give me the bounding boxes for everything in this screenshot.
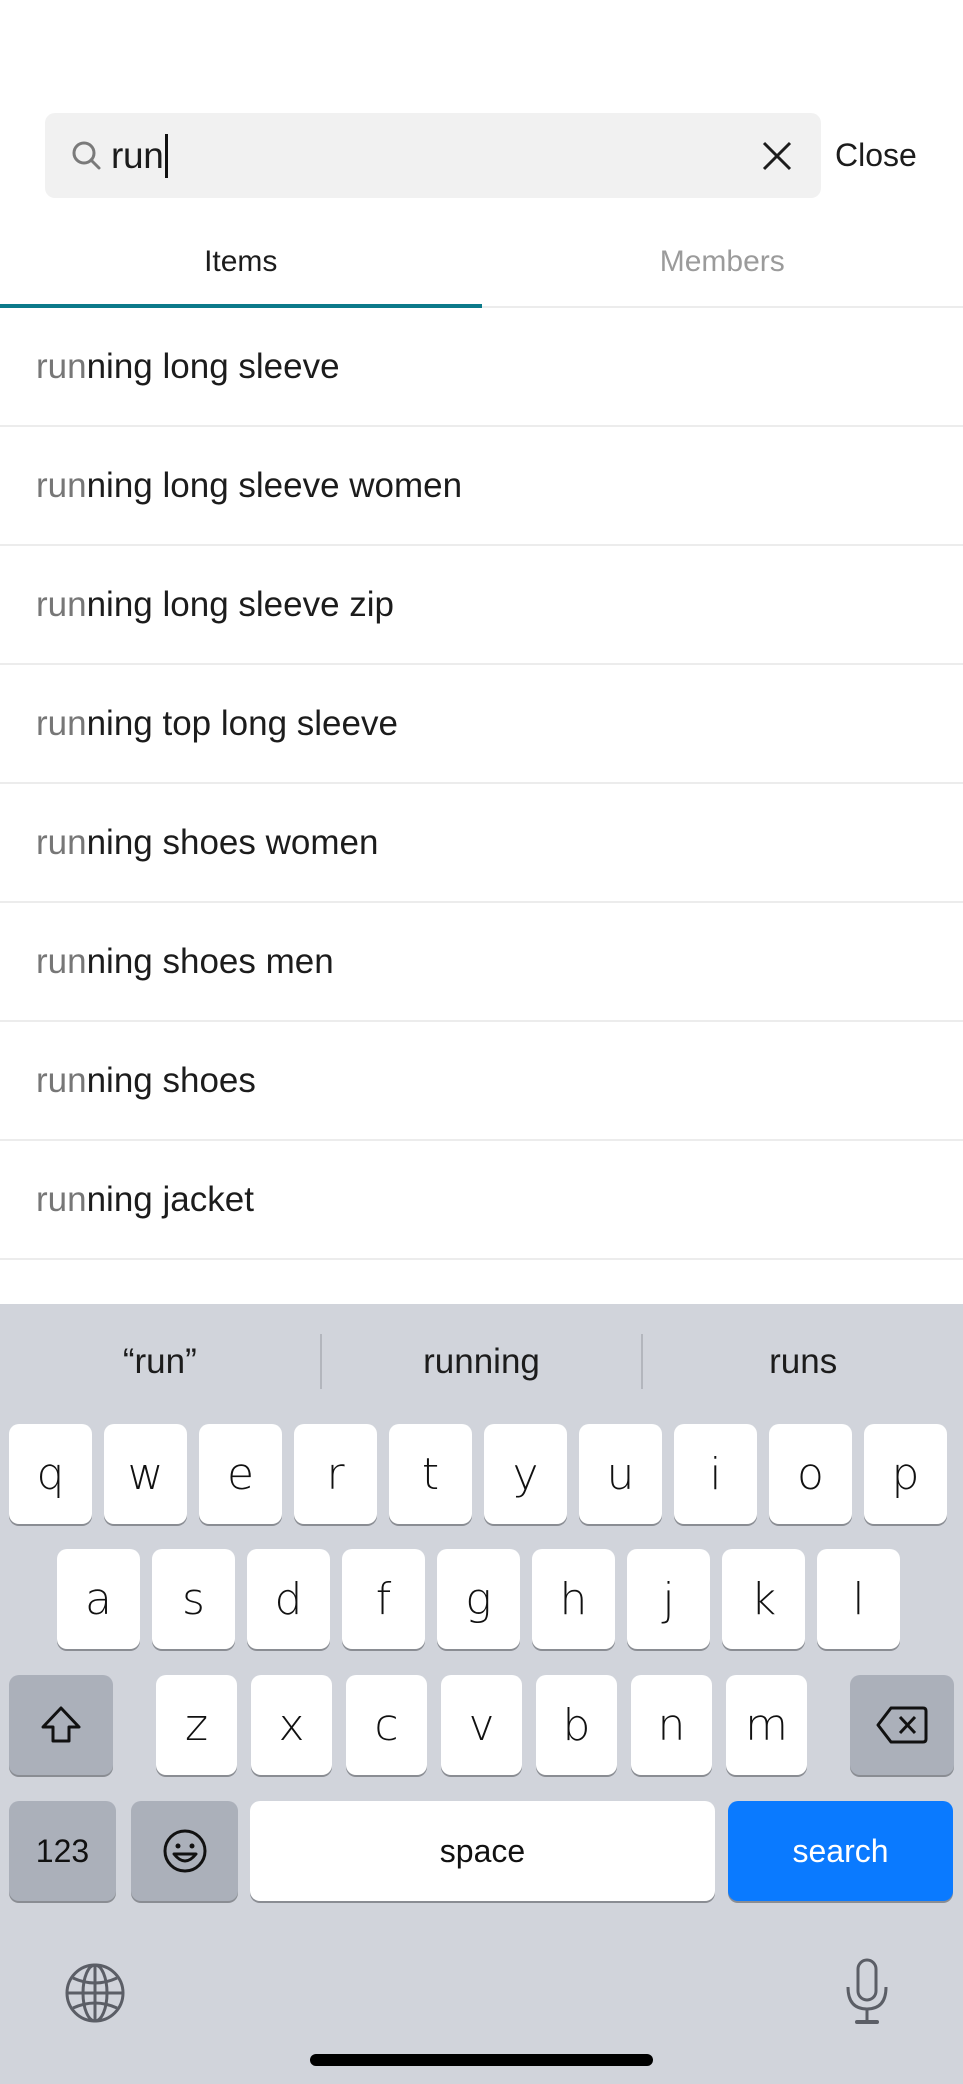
- tab-items[interactable]: Items: [0, 218, 482, 308]
- key-p[interactable]: p: [864, 1424, 947, 1524]
- search-icon: [72, 141, 101, 169]
- shift-key[interactable]: [9, 1675, 113, 1775]
- suggestion-completion: ning jacket: [86, 1179, 254, 1219]
- suggestion-item[interactable]: run ning shoes: [0, 1022, 963, 1141]
- key-l[interactable]: l: [817, 1549, 900, 1649]
- suggestion-prefix: run: [36, 346, 87, 386]
- key-n[interactable]: n: [631, 1675, 712, 1775]
- prediction-item[interactable]: running: [322, 1342, 642, 1382]
- close-icon: [762, 141, 792, 171]
- search-query: run: [111, 134, 164, 176]
- microphone-icon[interactable]: [842, 1957, 892, 2027]
- suggestion-prefix: run: [36, 941, 87, 981]
- keyboard: “run” running runs qwertyuiop asdfghjkl zx…: [0, 1304, 963, 2084]
- numbers-key[interactable]: 123: [9, 1801, 116, 1901]
- suggestion-completion: ning shoes men: [86, 941, 334, 981]
- suggestion-completion: ning shoes women: [86, 822, 379, 862]
- search-input[interactable]: run: [45, 113, 821, 198]
- key-v[interactable]: v: [441, 1675, 522, 1775]
- backspace-icon: [876, 1706, 928, 1744]
- suggestion-prefix: run: [36, 1179, 87, 1219]
- key-r[interactable]: r: [294, 1424, 377, 1524]
- backspace-key[interactable]: [850, 1675, 954, 1775]
- key-d[interactable]: d: [247, 1549, 330, 1649]
- suggestion-prefix: run: [36, 465, 87, 505]
- home-indicator: [310, 2054, 653, 2066]
- suggestion-completion: ning long sleeve zip: [86, 584, 395, 624]
- suggestion-item[interactable]: run ning long sleeve zip: [0, 546, 963, 665]
- suggestion-completion: ning shoes: [86, 1060, 256, 1100]
- key-b[interactable]: b: [536, 1675, 617, 1775]
- key-w[interactable]: w: [104, 1424, 187, 1524]
- tab-bar: Items Members: [0, 218, 963, 308]
- key-y[interactable]: y: [484, 1424, 567, 1524]
- key-z[interactable]: z: [156, 1675, 237, 1775]
- suggestion-prefix: run: [36, 1060, 87, 1100]
- space-key[interactable]: space: [250, 1801, 715, 1901]
- key-c[interactable]: c: [346, 1675, 427, 1775]
- close-button[interactable]: Close: [835, 137, 917, 174]
- key-m[interactable]: m: [726, 1675, 807, 1775]
- key-g[interactable]: g: [437, 1549, 520, 1649]
- clear-search-button[interactable]: [755, 134, 799, 178]
- suggestion-item[interactable]: run ning top long sleeve: [0, 665, 963, 784]
- tab-members[interactable]: Members: [482, 218, 963, 306]
- suggestion-prefix: run: [36, 822, 87, 862]
- suggestion-item[interactable]: run ning long sleeve women: [0, 427, 963, 546]
- key-i[interactable]: i: [674, 1424, 757, 1524]
- key-s[interactable]: s: [152, 1549, 235, 1649]
- suggestion-item[interactable]: run ning jacket: [0, 1141, 963, 1260]
- suggestion-list: run ning long sleeve run ning long sleeve …: [0, 308, 963, 1260]
- suggestion-item[interactable]: run ning shoes men: [0, 903, 963, 1022]
- shift-icon: [41, 1706, 81, 1743]
- suggestion-item[interactable]: run ning long sleeve: [0, 308, 963, 427]
- suggestion-completion: ning long sleeve women: [86, 465, 463, 505]
- key-u[interactable]: u: [579, 1424, 662, 1524]
- key-o[interactable]: o: [769, 1424, 852, 1524]
- search-row: run Close: [45, 113, 963, 198]
- key-j[interactable]: j: [627, 1549, 710, 1649]
- suggestion-completion: ning long sleeve: [86, 346, 340, 386]
- emoji-icon: [163, 1829, 206, 1873]
- suggestion-item[interactable]: run ning shoes women: [0, 784, 963, 903]
- key-x[interactable]: x: [251, 1675, 332, 1775]
- key-a[interactable]: a: [57, 1549, 140, 1649]
- suggestion-completion: ning top long sleeve: [86, 703, 398, 743]
- search-key[interactable]: search: [728, 1801, 953, 1901]
- key-t[interactable]: t: [389, 1424, 472, 1524]
- key-f[interactable]: f: [342, 1549, 425, 1649]
- text-cursor: [164, 133, 168, 178]
- globe-icon[interactable]: [64, 1962, 126, 2024]
- suggestion-prefix: run: [36, 584, 87, 624]
- key-k[interactable]: k: [722, 1549, 805, 1649]
- suggestion-prefix: run: [36, 703, 87, 743]
- prediction-item[interactable]: runs: [643, 1342, 963, 1382]
- predictive-text-bar: “run” running runs: [0, 1304, 963, 1419]
- emoji-key[interactable]: [131, 1801, 238, 1901]
- key-q[interactable]: q: [9, 1424, 92, 1524]
- prediction-item[interactable]: “run”: [0, 1342, 320, 1382]
- key-h[interactable]: h: [532, 1549, 615, 1649]
- key-e[interactable]: e: [199, 1424, 282, 1524]
